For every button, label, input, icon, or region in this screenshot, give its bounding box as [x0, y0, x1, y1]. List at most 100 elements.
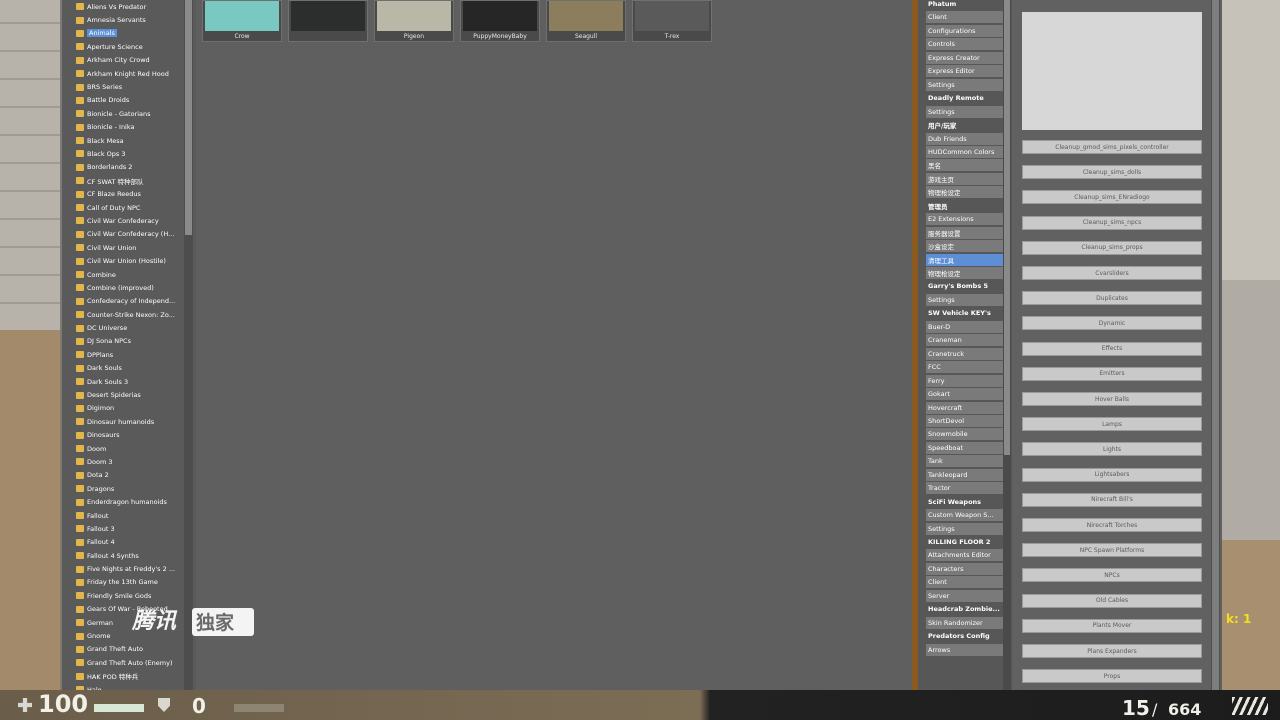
category-item[interactable]: Tank	[926, 455, 1004, 468]
tree-item[interactable]: Bionicle - Gatorians	[76, 107, 196, 120]
tree-item[interactable]: Combine	[76, 268, 196, 281]
spawn-thumbnail[interactable]: PuppyMoneyBaby	[460, 0, 540, 42]
tool-button[interactable]: Effects	[1022, 341, 1202, 356]
tool-button[interactable]: Duplicates	[1022, 291, 1202, 306]
tree-item[interactable]: Civil War Union	[76, 241, 196, 254]
tool-button[interactable]: NPCs	[1022, 568, 1202, 583]
category-item[interactable]: Craneman	[926, 334, 1004, 347]
tool-scroll-thumb[interactable]	[1212, 0, 1219, 690]
tree-item[interactable]: BRS Series	[76, 80, 196, 93]
category-item[interactable]: 物理枪设定	[926, 267, 1004, 279]
category-item[interactable]: 服务器设置	[926, 226, 1004, 239]
tool-button[interactable]: Dynamic	[1022, 316, 1202, 331]
tool-scrollbar[interactable]	[1211, 0, 1220, 694]
spawn-thumbnail[interactable]: Seagull	[546, 0, 626, 42]
tree-item[interactable]: Dark Souls 3	[76, 375, 196, 388]
category-item[interactable]: Tankleopard	[926, 468, 1004, 481]
tool-button[interactable]: Nirecraft Torches	[1022, 518, 1202, 532]
category-item[interactable]: Buer-D	[926, 320, 1004, 333]
category-item[interactable]: Tractor	[926, 482, 1004, 495]
tool-button[interactable]: NPC Spawn Platforms	[1022, 543, 1202, 558]
tree-item[interactable]: Desert Spiderias	[76, 388, 196, 401]
tree-item[interactable]: Doom 3	[76, 455, 196, 468]
category-item[interactable]: Dub Friends	[926, 132, 1004, 145]
tree-item[interactable]: Fallout 4	[76, 536, 196, 549]
tree-item[interactable]: Arkham Knight Red Hood	[76, 67, 196, 80]
tree-item[interactable]: DC Universe	[76, 321, 196, 334]
tree-item[interactable]: Fallout	[76, 509, 196, 522]
category-scrollbar[interactable]	[1003, 0, 1011, 694]
tree-scroll-thumb[interactable]	[185, 0, 192, 235]
category-item[interactable]: Configurations	[926, 24, 1004, 37]
tree-item[interactable]: Friendly Smile Gods	[76, 589, 196, 602]
category-item[interactable]: Ferry	[926, 374, 1004, 387]
tree-item[interactable]: Bionicle - Inika	[76, 121, 196, 134]
category-item[interactable]: Cranetruck	[926, 347, 1004, 360]
category-item[interactable]: Custom Weapon S...	[926, 509, 1004, 522]
tree-item[interactable]: Enderdragon humanoids	[76, 495, 196, 508]
tool-button[interactable]: Cleanup_sims_dolls	[1022, 165, 1202, 180]
tree-item[interactable]: Arkham City Crowd	[76, 54, 196, 67]
tree-item[interactable]: Friday the 13th Game	[76, 576, 196, 589]
tool-button[interactable]: Plants Mover	[1022, 618, 1202, 633]
tree-item[interactable]: Fallout 3	[76, 522, 196, 535]
tree-item[interactable]: Fallout 4 Synths	[76, 549, 196, 562]
tree-item[interactable]: Five Nights at Freddy's 2 ...	[76, 562, 196, 575]
tree-item[interactable]: Civil War Union (Hostile)	[76, 254, 196, 267]
category-item[interactable]: Attachments Editor	[926, 549, 1004, 562]
category-item[interactable]: Client	[926, 11, 1004, 24]
tree-item[interactable]: Dark Souls	[76, 362, 196, 375]
category-item[interactable]: Snowmobile	[926, 428, 1004, 441]
category-item[interactable]: 清理工具	[926, 253, 1004, 266]
category-scroll-thumb[interactable]	[1004, 0, 1010, 455]
category-item[interactable]: Express Editor	[926, 65, 1004, 78]
tree-item[interactable]: DJ Sona NPCs	[76, 335, 196, 348]
category-item[interactable]: Settings	[926, 522, 1004, 535]
tool-button[interactable]: Props	[1022, 669, 1202, 684]
category-item[interactable]: Express Creator	[926, 51, 1004, 64]
category-item[interactable]: Settings	[926, 293, 1004, 306]
tool-button[interactable]: Lights	[1022, 442, 1202, 457]
spawn-thumbnail[interactable]	[288, 0, 368, 42]
tool-button[interactable]: Plans Expanders	[1022, 644, 1202, 658]
tree-item[interactable]: Digimon	[76, 402, 196, 415]
category-item[interactable]: 黑名	[926, 159, 1004, 172]
tree-item[interactable]: Grand Theft Auto (Enemy)	[76, 656, 196, 669]
tree-item[interactable]: Amnesia Servants	[76, 13, 196, 26]
tree-item[interactable]: CF SWAT 特种部队	[76, 174, 196, 187]
tree-item[interactable]: Borderlands 2	[76, 161, 196, 174]
category-item[interactable]: Speedboat	[926, 441, 1004, 454]
category-item[interactable]: Settings	[926, 78, 1004, 91]
tree-item[interactable]: Black Mesa	[76, 134, 196, 147]
tool-button[interactable]: Hover Balls	[1022, 392, 1202, 406]
tree-item[interactable]: Combine (improved)	[76, 281, 196, 294]
tree-item[interactable]: Dinosaur humanoids	[76, 415, 196, 428]
tree-item[interactable]: Doom	[76, 442, 196, 455]
category-item[interactable]: Settings	[926, 105, 1004, 118]
tree-item[interactable]: Confederacy of Independ...	[76, 295, 196, 308]
tool-button[interactable]: Lightsabers	[1022, 467, 1202, 482]
spawn-thumbnail[interactable]: Pigeon	[374, 0, 454, 42]
category-item[interactable]: Client	[926, 576, 1004, 589]
tool-button[interactable]: Cleanup_gmod_sims_pixels_controller	[1022, 140, 1202, 154]
category-item[interactable]: ShortDevol	[926, 414, 1004, 427]
category-item[interactable]: Gokart	[926, 388, 1004, 401]
tree-item[interactable]: Civil War Confederacy (H...	[76, 228, 196, 241]
tree-item[interactable]: Civil War Confederacy	[76, 214, 196, 227]
tree-item[interactable]: Aliens Vs Predator	[76, 0, 196, 13]
tree-item[interactable]: Call of Duty NPC	[76, 201, 196, 214]
category-item[interactable]: 沙盒设定	[926, 240, 1004, 253]
category-item[interactable]: Controls	[926, 38, 1004, 51]
tree-item[interactable]: Grand Theft Auto	[76, 643, 196, 656]
tree-item[interactable]: Dragons	[76, 482, 196, 495]
tree-item[interactable]: Battle Droids	[76, 94, 196, 107]
tree-item[interactable]: Animals	[76, 27, 196, 40]
tree-item[interactable]: Counter-Strike Nexon: Zo...	[76, 308, 196, 321]
tool-button[interactable]: Cleanup_sims_npcs	[1022, 215, 1202, 230]
category-item[interactable]: 游戏主页	[926, 172, 1004, 185]
tree-item[interactable]: Dota 2	[76, 469, 196, 482]
tree-item[interactable]: HAK POD 特种兵	[76, 670, 196, 683]
category-item[interactable]: Hovercraft	[926, 401, 1004, 414]
tree-item[interactable]: DPPlans	[76, 348, 196, 361]
spawn-thumbnail[interactable]: Crow	[202, 0, 282, 42]
